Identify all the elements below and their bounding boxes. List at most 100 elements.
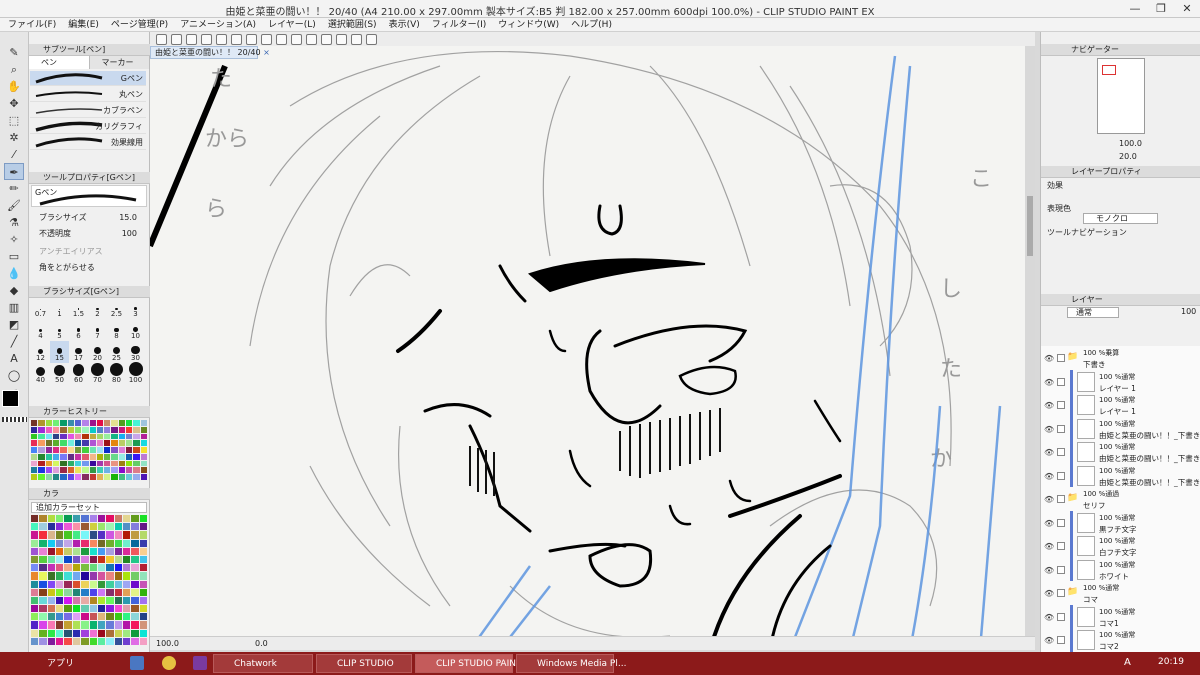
color-swatch[interactable]	[139, 596, 147, 605]
open-icon[interactable]	[186, 33, 197, 45]
color-swatch[interactable]	[31, 621, 39, 629]
brush-size-option[interactable]: 7	[88, 319, 107, 341]
color-swatch[interactable]	[67, 453, 74, 460]
color-swatch[interactable]	[52, 433, 60, 440]
color-swatch[interactable]	[64, 547, 72, 555]
explorer-icon[interactable]	[130, 656, 144, 670]
color-swatch[interactable]	[39, 564, 47, 572]
color-swatch[interactable]	[140, 467, 147, 474]
brush-calligraphy[interactable]: カリグラフィ	[30, 119, 146, 134]
lock-checkbox[interactable]	[1057, 354, 1065, 362]
brush-size-option[interactable]: 2.5	[107, 297, 126, 319]
chrome-icon[interactable]	[162, 656, 176, 670]
menu-layer[interactable]: レイヤー(L)	[268, 18, 316, 31]
color-swatch[interactable]	[89, 426, 96, 433]
color-swatch[interactable]	[81, 531, 89, 539]
color-swatch[interactable]	[131, 588, 139, 596]
visibility-icon[interactable]: 👁	[1044, 566, 1054, 575]
brush-size-option[interactable]: 100	[126, 362, 145, 385]
layer-row[interactable]: 👁 100 %通常 由姫と菜亜の闘い！！_下書き20	[1041, 416, 1200, 442]
color-swatch[interactable]	[45, 426, 52, 433]
taskbar-clip-studio-paint[interactable]: CLIP STUDIO PAINT	[415, 654, 521, 673]
brush-size-option[interactable]: 5	[50, 319, 69, 341]
color-swatch[interactable]	[72, 531, 81, 539]
color-swatch[interactable]	[56, 580, 64, 588]
color-swatch[interactable]	[64, 531, 72, 539]
color-swatch[interactable]	[60, 453, 67, 460]
brush-g-pen[interactable]: Gペン	[30, 71, 146, 86]
color-swatch[interactable]	[139, 531, 147, 539]
color-swatch[interactable]	[56, 531, 64, 539]
color-swatch[interactable]	[131, 547, 139, 555]
menu-view[interactable]: 表示(V)	[389, 18, 420, 31]
taskbar-media-player[interactable]: Windows Media Pl...	[516, 654, 626, 673]
color-swatch[interactable]	[47, 555, 56, 564]
layer-row[interactable]: 👁 100 %通常 レイヤー 1	[1041, 369, 1200, 395]
color-swatch[interactable]	[74, 447, 82, 453]
color-swatch[interactable]	[106, 523, 114, 531]
layer-row[interactable]: 👁 📁 100 %通過 セリフ	[1041, 487, 1200, 512]
eyedropper-icon[interactable]: ⁄	[4, 146, 24, 163]
color-swatch[interactable]	[118, 433, 126, 440]
color-swatch[interactable]	[114, 531, 122, 539]
color-swatch[interactable]	[97, 572, 106, 580]
color-swatch[interactable]	[122, 523, 131, 531]
color-swatch[interactable]	[139, 572, 147, 580]
color-swatch[interactable]	[122, 555, 131, 564]
color-swatch[interactable]	[131, 531, 139, 539]
color-swatch[interactable]	[72, 629, 81, 637]
color-swatch[interactable]	[118, 453, 126, 460]
color-swatch[interactable]	[133, 474, 140, 480]
color-swatch[interactable]	[97, 539, 106, 547]
color-swatch[interactable]	[96, 440, 104, 447]
document-tab[interactable]: 由姫と菜亜の闘い！！ 20/40 ×	[150, 46, 270, 59]
color-swatch[interactable]	[106, 621, 114, 629]
color-swatch[interactable]	[131, 539, 139, 547]
color-swatch[interactable]	[31, 467, 38, 474]
color-swatch[interactable]	[31, 547, 39, 555]
color-swatch[interactable]	[52, 447, 60, 453]
color-swatch[interactable]	[89, 440, 96, 447]
color-swatch[interactable]	[38, 460, 45, 467]
color-swatch[interactable]	[56, 629, 64, 637]
color-swatch[interactable]	[114, 621, 122, 629]
color-swatch[interactable]	[106, 564, 114, 572]
color-swatch[interactable]	[45, 460, 52, 467]
color-swatch[interactable]	[64, 605, 72, 613]
gradient-icon[interactable]: ▥	[4, 299, 24, 316]
color-swatch[interactable]	[89, 588, 97, 596]
color-swatch[interactable]	[52, 440, 60, 447]
taskbar-clip-studio[interactable]: CLIP STUDIO	[316, 654, 412, 673]
fill-tool-icon[interactable]: ◆	[4, 282, 24, 299]
color-swatch[interactable]	[104, 453, 111, 460]
tab-close-icon[interactable]: ×	[263, 48, 270, 57]
color-swatch[interactable]	[81, 637, 89, 645]
color-swatch[interactable]	[104, 420, 111, 426]
color-swatch[interactable]	[56, 555, 64, 564]
color-swatch[interactable]	[82, 433, 89, 440]
color-swatch[interactable]	[89, 515, 97, 523]
color-swatch[interactable]	[89, 474, 96, 480]
color-swatch[interactable]	[97, 580, 106, 588]
color-swatch[interactable]	[126, 426, 133, 433]
color-swatch[interactable]	[131, 621, 139, 629]
color-swatch[interactable]	[72, 605, 81, 613]
color-swatch[interactable]	[89, 433, 96, 440]
color-swatch[interactable]	[31, 440, 38, 447]
color-swatch[interactable]	[114, 637, 122, 645]
color-swatch[interactable]	[131, 605, 139, 613]
color-swatch[interactable]	[96, 453, 104, 460]
color-swatch[interactable]	[126, 447, 133, 453]
color-swatch[interactable]	[139, 515, 147, 523]
color-swatch[interactable]	[31, 605, 39, 613]
color-swatch[interactable]	[140, 460, 147, 467]
color-swatch[interactable]	[74, 420, 82, 426]
color-swatch[interactable]	[82, 467, 89, 474]
color-swatch[interactable]	[81, 580, 89, 588]
color-swatch[interactable]	[31, 564, 39, 572]
layer-row[interactable]: 👁 100 %通常 コマ2	[1041, 628, 1200, 652]
color-swatch[interactable]	[82, 447, 89, 453]
ime-indicator[interactable]: A	[1124, 657, 1131, 668]
color-swatch[interactable]	[67, 426, 74, 433]
clock[interactable]: 20:19	[1158, 657, 1184, 667]
